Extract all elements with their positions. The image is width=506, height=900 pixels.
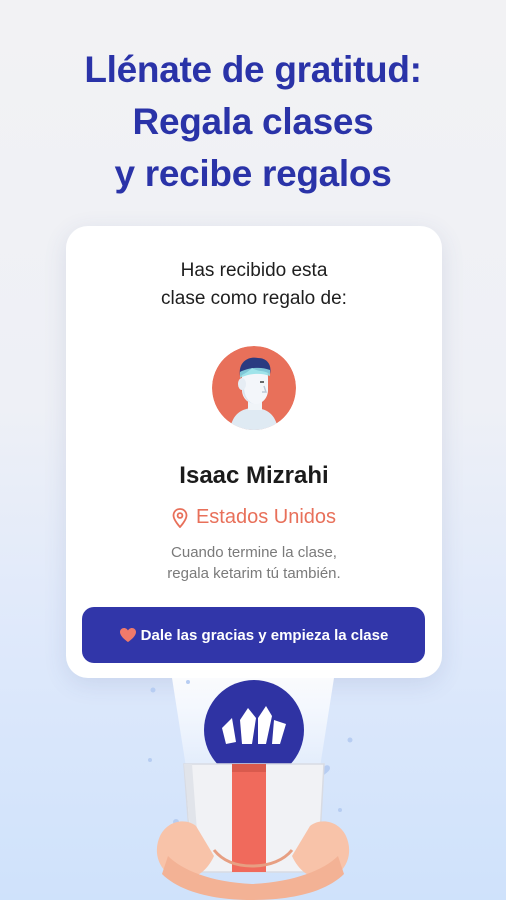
- cta-label: Dale las gracias y empieza la clase: [140, 626, 389, 644]
- sender-name: Isaac Mizrahi: [179, 462, 329, 489]
- headline-line-1: Llénate de gratitud:: [84, 49, 422, 90]
- location-label: Estados Unidos: [195, 506, 337, 528]
- avatar-illustration: [212, 346, 296, 430]
- thank-and-start-button[interactable]: Dale las gracias y empieza la clase: [82, 607, 425, 663]
- headline-line-2: Regala clases: [132, 101, 374, 142]
- gift-box-illustration: [148, 678, 353, 900]
- note-line-2: regala ketarim tú también.: [167, 565, 341, 582]
- note-line-1: Cuando termine la clase,: [171, 544, 337, 561]
- intro-line-2: clase como regalo de:: [161, 288, 347, 309]
- heart-icon: [119, 628, 136, 642]
- gift-card: Has recibido esta clase como regalo de: …: [66, 226, 442, 678]
- location-pin-icon: [172, 507, 188, 528]
- gift-note: Cuando termine la clase, regala ketarim …: [66, 542, 442, 584]
- intro-line-1: Has recibido esta: [180, 260, 328, 281]
- avatar: [212, 346, 296, 430]
- sender-location: Estados Unidos: [66, 506, 442, 529]
- headline-line-3: y recibe regalos: [114, 153, 392, 194]
- headline: Llénate de gratitud: Regala clases y rec…: [0, 44, 506, 200]
- gift-intro-text: Has recibido esta clase como regalo de:: [66, 257, 442, 313]
